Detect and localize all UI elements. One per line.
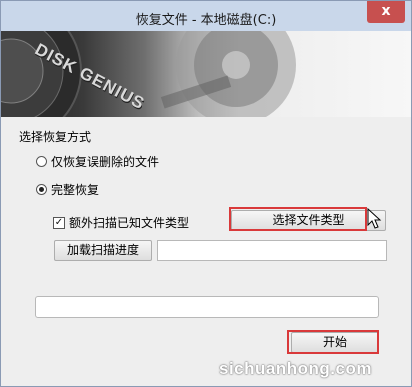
select-file-types-highlight	[229, 207, 367, 231]
radio-full-recovery[interactable]: 完整恢复	[36, 181, 99, 198]
extra-scan-checkbox-row[interactable]: ✓ 额外扫描已知文件类型	[53, 214, 189, 231]
radio-full-recovery-label: 完整恢复	[51, 183, 100, 197]
recovery-mode-heading: 选择恢复方式	[19, 130, 92, 144]
scan-progress-path-field[interactable]	[157, 240, 387, 261]
radio-button-selected-icon[interactable]	[36, 184, 47, 195]
mouse-cursor-icon	[367, 208, 382, 229]
window-title: 恢复文件 - 本地磁盘(C:)	[135, 13, 277, 28]
disk-genius-banner: DISK GENIUS	[1, 31, 411, 117]
load-scan-progress-button[interactable]: 加载扫描进度	[54, 240, 152, 261]
checkbox-checked-icon[interactable]: ✓	[53, 216, 65, 229]
radio-button-icon[interactable]	[36, 156, 47, 167]
watermark-text: sichuanhong.com	[219, 359, 372, 378]
recover-files-dialog: 恢复文件 - 本地磁盘(C:) x DISK GENIUS 选择恢复方式 仅恢复…	[0, 0, 412, 387]
start-button-highlight	[287, 330, 379, 354]
title-bar[interactable]: 恢复文件 - 本地磁盘(C:) x	[1, 1, 411, 31]
radio-deleted-only[interactable]: 仅恢复误删除的文件	[36, 153, 159, 170]
recovery-progress-field	[35, 296, 379, 318]
extra-scan-label: 额外扫描已知文件类型	[69, 216, 190, 230]
close-button[interactable]: x	[367, 1, 405, 23]
radio-deleted-only-label: 仅恢复误删除的文件	[51, 155, 160, 169]
